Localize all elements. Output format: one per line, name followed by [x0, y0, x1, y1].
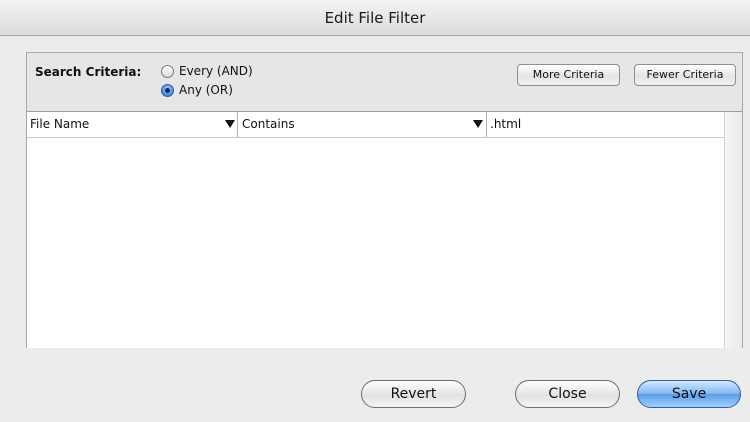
operator-popup[interactable]: Contains: [238, 112, 487, 137]
criteria-row: File Name Contains .html: [27, 112, 724, 138]
value-field[interactable]: .html: [487, 112, 724, 137]
field-popup[interactable]: File Name: [27, 112, 238, 137]
operator-popup-label: Contains: [242, 117, 295, 131]
field-popup-arrow-icon: [225, 120, 235, 128]
fewer-criteria-button[interactable]: Fewer Criteria: [634, 64, 736, 86]
edit-file-filter-window: Edit File Filter Search Criteria: Every …: [0, 0, 750, 422]
search-criteria-label: Search Criteria:: [35, 65, 142, 79]
save-button[interactable]: Save: [637, 380, 741, 408]
radio-any-or[interactable]: Any (OR): [161, 83, 233, 97]
radio-every-and-label: Every (AND): [179, 64, 253, 78]
title-bar[interactable]: Edit File Filter: [0, 0, 750, 36]
close-button[interactable]: Close: [515, 380, 620, 408]
vertical-scrollbar[interactable]: [724, 112, 742, 348]
more-criteria-button[interactable]: More Criteria: [517, 64, 620, 86]
radio-any-or-label: Any (OR): [179, 83, 233, 97]
operator-popup-arrow-icon: [473, 120, 483, 128]
revert-button[interactable]: Revert: [361, 380, 466, 408]
criteria-panel: Search Criteria: Every (AND) Any (OR) Mo…: [26, 52, 743, 348]
criteria-list: File Name Contains .html: [27, 111, 742, 348]
radio-any-or-indicator[interactable]: [161, 83, 174, 97]
radio-every-and[interactable]: Every (AND): [161, 64, 253, 78]
value-field-text: .html: [490, 117, 522, 131]
window-title: Edit File Filter: [324, 9, 426, 27]
radio-every-and-indicator[interactable]: [161, 64, 174, 78]
field-popup-label: File Name: [30, 117, 90, 131]
